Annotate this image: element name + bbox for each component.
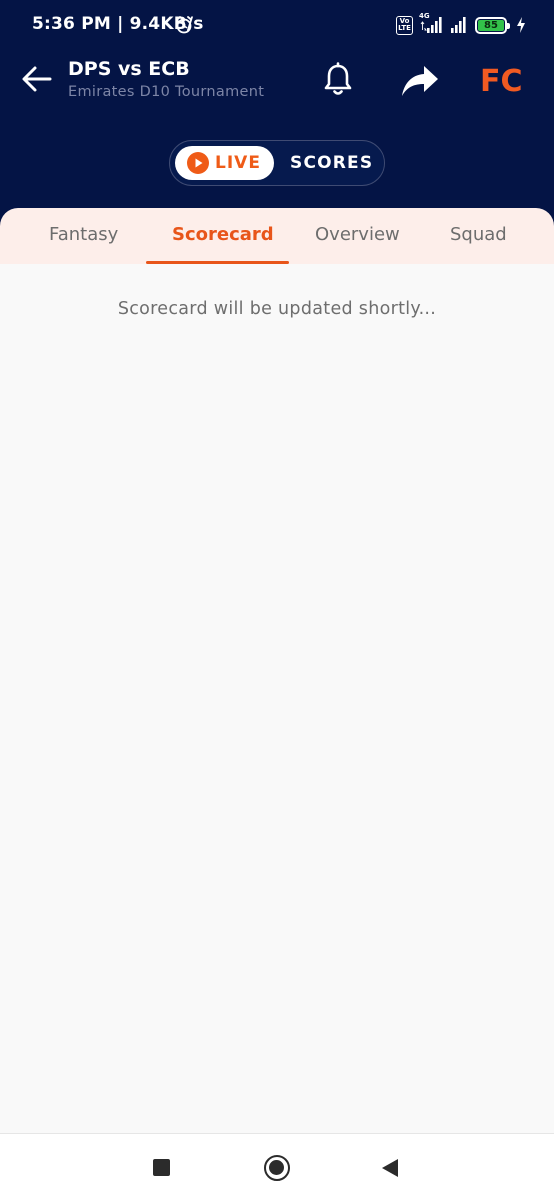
play-circle-icon [187,152,209,174]
volte-bottom-text: LTE [398,24,411,32]
app-header: 5:36 PM | 9.4KB/s Vo LTE 4G 85 DPS vs EC… [0,0,554,232]
home-circle-icon[interactable] [264,1155,290,1181]
back-arrow-icon[interactable] [20,62,54,96]
active-tab-indicator [146,261,289,264]
status-icons: Vo LTE 4G 85 [396,12,526,36]
volte-icon: Vo LTE [396,15,413,35]
alarm-icon [176,16,192,34]
scores-option[interactable]: SCORES [290,153,373,173]
empty-state-message: Scorecard will be updated shortly... [117,299,437,319]
tab-squad[interactable]: Squad [450,224,507,245]
tab-scorecard[interactable]: Scorecard [172,224,274,245]
tournament-subtitle: Emirates D10 Tournament [68,84,265,100]
fc-logo-icon[interactable]: FC [478,56,522,100]
match-title: DPS vs ECB [68,58,190,80]
recents-square-icon[interactable] [153,1159,170,1176]
back-triangle-icon[interactable] [381,1158,399,1178]
live-scores-toggle[interactable]: LIVE SCORES [169,140,385,186]
live-label: LIVE [215,153,261,173]
status-bar: 5:36 PM | 9.4KB/s Vo LTE 4G 85 [0,0,554,50]
live-option[interactable]: LIVE [175,146,274,180]
logo-text: FC [480,64,522,99]
tab-fantasy[interactable]: Fantasy [49,224,118,245]
tab-bar: Fantasy Scorecard Overview Squad [0,208,554,264]
tab-overview[interactable]: Overview [315,224,400,245]
signal-icon: 4G [419,12,443,35]
signal-icon [451,17,466,33]
battery-level: 85 [478,19,504,31]
bell-icon[interactable] [322,62,354,98]
battery-icon: 85 [475,16,510,34]
charging-icon [517,17,525,33]
system-nav-bar [0,1133,554,1200]
share-icon[interactable] [400,64,440,98]
